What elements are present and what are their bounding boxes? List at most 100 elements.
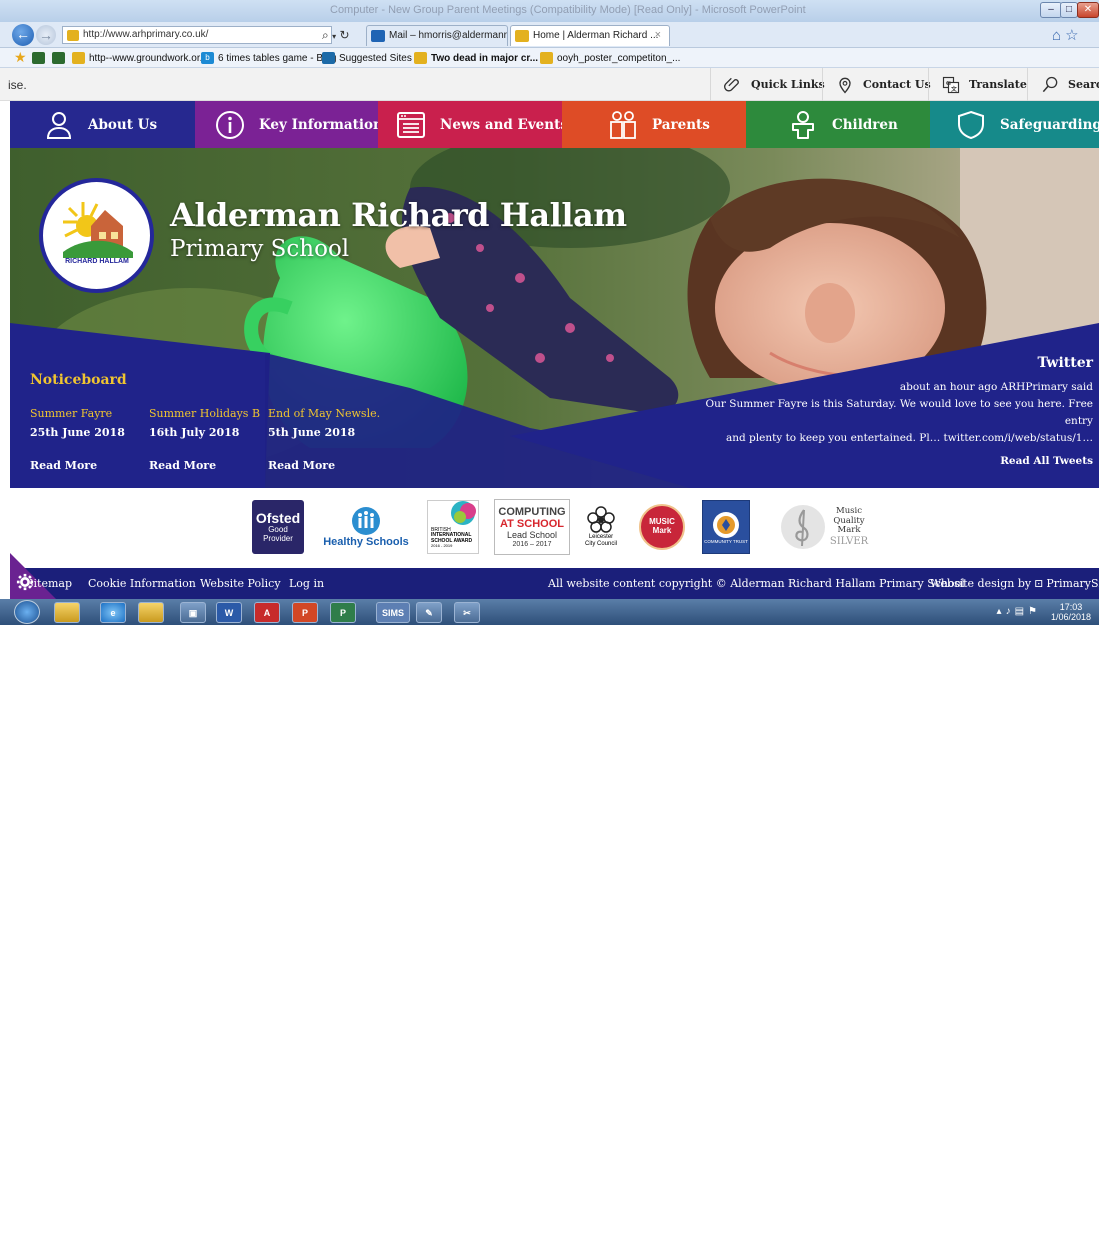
leicester-l2: City Council — [584, 541, 617, 547]
mqm-l4: SILVER — [829, 535, 869, 547]
tray-arrow-icon[interactable]: ▴ — [997, 606, 1006, 617]
healthy-schools-badge[interactable]: Healthy Schools — [320, 500, 412, 554]
favorites-star-icon[interactable]: ★ — [14, 49, 27, 66]
favorite-link[interactable]: http--www.groundwork.or... — [72, 51, 208, 65]
document-icon[interactable]: ▣ — [180, 602, 206, 623]
address-bar[interactable]: http://www.arhprimary.co.uk/ — [62, 26, 332, 44]
site-favicon-icon — [515, 30, 529, 42]
add-favorite-icon[interactable] — [32, 52, 45, 64]
search-icon[interactable]: ⌕ — [322, 28, 329, 42]
clock-time: 17:03 — [1059, 602, 1083, 612]
person-icon — [46, 111, 72, 139]
tab-mail[interactable]: Mail – hmorris@aldermanricha... — [366, 25, 508, 46]
read-more-link[interactable]: Read More — [268, 459, 380, 472]
logo-text: RICHARD HALLAM — [65, 258, 129, 265]
read-all-tweets-link[interactable]: Read All Tweets — [693, 455, 1093, 467]
cookie-link[interactable]: Cookie Information — [88, 577, 196, 590]
nav-children[interactable]: Children — [746, 101, 930, 148]
cas-l2: AT SCHOOL — [500, 517, 564, 530]
notice-title[interactable]: Summer Holidays B... — [149, 407, 261, 420]
favorite-link[interactable]: b 6 times tables game - Bing — [201, 51, 336, 65]
back-button[interactable]: ← — [12, 24, 34, 46]
overlay-caption: books, photos and letters — [0, 1195, 605, 1235]
noticeboard-title: Noticeboard — [30, 372, 127, 388]
login-link[interactable]: Log in — [289, 577, 324, 590]
home-icon[interactable]: ⌂ — [1052, 27, 1065, 44]
music-mark-seal: MUSIC Mark — [639, 504, 685, 550]
read-more-link[interactable]: Read More — [30, 459, 142, 472]
music-quality-mark-badge[interactable]: Music Quality Mark SILVER — [776, 500, 872, 554]
site-footer: Sitemap Cookie Information Website Polic… — [10, 553, 1099, 599]
computing-at-school-badge[interactable]: COMPUTING AT SCHOOL Lead School 2016 – 2… — [494, 499, 570, 555]
word-icon[interactable]: W — [216, 602, 242, 623]
window-title: Computer - New Group Parent Meetings (Co… — [330, 4, 806, 16]
nav-news-and-events[interactable]: News and Events — [378, 101, 568, 148]
favorite-link[interactable]: Two dead in major cr... ▾ — [414, 51, 546, 65]
web-slice-icon[interactable] — [52, 52, 65, 64]
notice-date: 5th June 2018 — [268, 426, 356, 439]
system-tray[interactable]: ▴♪▤⚑ — [997, 606, 1041, 617]
favorite-link[interactable]: Suggested Sites ▾ — [322, 51, 420, 65]
translate-label: Translate — [969, 78, 1027, 91]
info-icon — [216, 110, 244, 139]
international-school-award-badge[interactable]: BRITISH INTERNATIONAL SCHOOL AWARD 2016 … — [427, 500, 479, 554]
minimize-button[interactable]: – — [1040, 2, 1062, 18]
snipping-tool-icon[interactable]: ✂ — [454, 602, 480, 623]
music-mark-badge[interactable]: MUSIC Mark — [636, 500, 688, 554]
translate-button[interactable]: G文 Translate — [928, 68, 1039, 101]
dropdown-icon[interactable]: ▾ — [332, 32, 336, 41]
search-button[interactable]: Search — [1027, 68, 1099, 101]
tweet-text: Our Summer Fayre is this Saturday. We wo… — [705, 398, 1093, 427]
nav-key-information[interactable]: Key Information — [195, 101, 383, 148]
sims-label: SIMS — [381, 608, 404, 618]
powerpoint-icon[interactable]: P — [292, 602, 318, 623]
address-tools[interactable]: ⌕ ▾ ↻ — [322, 28, 350, 43]
sitemap-link[interactable]: Sitemap — [30, 577, 72, 590]
flag-icon[interactable]: ⚑ — [1028, 606, 1041, 617]
primarysite-icon: ⊡ — [1034, 577, 1044, 590]
paint-icon[interactable]: ✎ — [416, 602, 442, 623]
refresh-icon[interactable]: ↻ — [339, 28, 349, 42]
nav-safeguarding[interactable]: Safeguarding — [930, 101, 1099, 148]
ofsted-badge[interactable]: Ofsted Good Provider — [252, 500, 304, 554]
tweet-text-2[interactable]: and plenty to keep you entertained. Pl… … — [693, 430, 1093, 447]
read-more-link[interactable]: Read More — [149, 459, 261, 472]
notice-item[interactable]: Summer Holidays B... 16th July 2018 Read… — [149, 407, 261, 472]
cas-l1: COMPUTING — [498, 505, 566, 518]
close-window-button[interactable]: ✕ — [1077, 2, 1099, 18]
forward-button[interactable]: → — [36, 25, 56, 45]
close-tab-icon[interactable]: × — [655, 29, 661, 41]
tab-home[interactable]: Home | Alderman Richard ... × — [510, 25, 670, 46]
maximize-button[interactable]: □ — [1060, 2, 1078, 18]
favorites-star-icon[interactable]: ☆ — [1065, 27, 1082, 44]
leicester-city-council-badge[interactable]: Leicester City Council — [578, 500, 624, 554]
quick-links-button[interactable]: Quick Links — [710, 68, 837, 101]
acrobat-icon[interactable]: A — [254, 602, 280, 623]
forward-arrow-icon: → — [39, 27, 53, 43]
favorite-link[interactable]: ooyh_poster_competiton_... — [540, 51, 680, 65]
community-trust-badge[interactable]: COMMUNITY TRUST — [702, 500, 750, 554]
outlook-icon — [371, 30, 385, 42]
network-icon[interactable]: ▤ — [1015, 606, 1028, 617]
publisher-icon[interactable]: P — [330, 602, 356, 623]
volume-icon[interactable]: ♪ — [1006, 606, 1015, 617]
folder-icon[interactable] — [138, 602, 164, 623]
contact-us-button[interactable]: Contact Us — [822, 68, 943, 101]
notice-item[interactable]: Summer Fayre 25th June 2018 Read More — [30, 407, 142, 472]
notice-item[interactable]: End of May Newsle... 5th June 2018 Read … — [268, 407, 380, 472]
notice-title[interactable]: Summer Fayre — [30, 407, 142, 420]
favorite-label: ooyh_poster_competiton_... — [557, 52, 681, 64]
sims-icon[interactable]: SIMS — [376, 602, 410, 623]
notice-title[interactable]: End of May Newsle... — [268, 407, 380, 420]
nav-about-us[interactable]: About Us — [10, 101, 195, 148]
nav-parents[interactable]: Parents — [562, 101, 746, 148]
clock[interactable]: 17:03 1/06/2018 — [1051, 602, 1091, 622]
start-button[interactable] — [14, 600, 40, 624]
mqm-l3: Mark — [837, 525, 861, 536]
website-design-credit[interactable]: Website design by ⊡ PrimarySite — [930, 577, 1099, 590]
internet-explorer-icon[interactable]: e — [100, 602, 126, 623]
paperclip-icon — [724, 77, 739, 91]
file-explorer-icon[interactable] — [54, 602, 80, 623]
accreditations-strip: Ofsted Good Provider Healthy Schools BRI… — [10, 488, 1099, 568]
website-policy-link[interactable]: Website Policy — [200, 577, 281, 590]
